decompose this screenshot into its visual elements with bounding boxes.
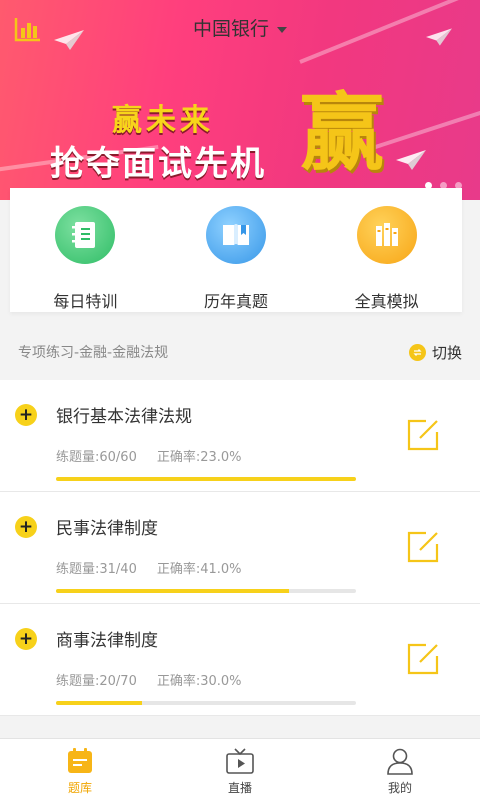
item-count: 练题量:20/70 — [56, 674, 137, 689]
category-label: 历年真题 — [204, 292, 269, 311]
category-past-exams[interactable]: 历年真题 — [161, 188, 312, 312]
chevron-down-icon — [277, 26, 287, 33]
list-item[interactable]: + 银行基本法律法规 练题量:60/60 正确率:23.0% — [0, 380, 480, 492]
nav-live[interactable]: 直播 — [160, 739, 320, 800]
nav-label: 直播 — [227, 781, 252, 795]
banner-slogan-main: 抢夺面试先机 — [50, 144, 266, 184]
item-meta: 练题量:60/60 正确率:23.0% — [56, 446, 262, 465]
item-name: 商事法律制度 — [56, 631, 158, 651]
item-accuracy: 正确率:23.0% — [156, 450, 242, 465]
banner-slogan-top: 赢未来 — [112, 103, 214, 138]
paper-plane-icon — [396, 150, 426, 170]
question-bank-icon — [68, 748, 92, 773]
list-item[interactable]: + 民事法律制度 练题量:31/40 正确率:41.0% — [0, 492, 480, 604]
banner-big-char: 赢 — [299, 84, 384, 182]
nav-label: 题库 — [67, 781, 92, 795]
nav-label: 我的 — [387, 781, 412, 795]
plus-icon[interactable]: + — [15, 628, 37, 650]
item-meta: 练题量:20/70 正确率:30.0% — [56, 670, 262, 689]
item-name: 民事法律制度 — [56, 519, 158, 539]
category-mock-exam[interactable]: 全真模拟 — [311, 188, 462, 312]
edit-icon[interactable] — [406, 418, 440, 452]
list-item[interactable]: + 商事法律制度 练题量:20/70 正确率:30.0% — [0, 604, 480, 716]
tv-icon — [226, 748, 254, 774]
plus-icon[interactable]: + — [15, 404, 37, 426]
category-label: 全真模拟 — [354, 292, 419, 311]
category-label: 每日特训 — [53, 292, 118, 311]
edit-icon[interactable] — [406, 642, 440, 676]
section-path: 专项练习-金融-金融法规 — [18, 345, 169, 361]
book-icon — [206, 206, 266, 264]
item-name: 银行基本法律法规 — [56, 407, 192, 427]
progress-bar — [56, 589, 356, 593]
practice-list: + 银行基本法律法规 练题量:60/60 正确率:23.0% + 民事法律制度 练… — [0, 380, 480, 716]
nav-question-bank[interactable]: 题库 — [0, 739, 160, 800]
plus-icon[interactable]: + — [15, 516, 37, 538]
item-count: 练题量:60/60 — [56, 450, 137, 465]
notebook-icon — [55, 206, 116, 264]
progress-bar — [56, 477, 356, 481]
banner[interactable]: 中国银行 赢未来 抢夺面试先机 赢 — [0, 0, 480, 200]
edit-icon[interactable] — [406, 530, 440, 564]
category-daily-training[interactable]: 每日特训 — [10, 188, 161, 312]
bank-title: 中国银行 — [192, 18, 269, 40]
switch-label: 切换 — [431, 343, 462, 362]
progress-fill — [56, 701, 142, 705]
books-icon — [356, 206, 417, 264]
category-card: 每日特训 历年真题 全真模拟 — [10, 188, 462, 312]
section-header: 专项练习-金融-金融法规 切换 — [0, 330, 480, 374]
item-accuracy: 正确率:30.0% — [156, 674, 242, 689]
item-count: 练题量:31/40 — [56, 562, 137, 577]
item-accuracy: 正确率:41.0% — [156, 562, 242, 577]
progress-fill — [56, 589, 289, 593]
nav-profile[interactable]: 我的 — [320, 739, 480, 800]
progress-fill — [56, 477, 356, 481]
bottom-nav: 题库 直播 我的 — [0, 738, 480, 800]
progress-bar — [56, 701, 356, 705]
user-icon — [387, 748, 413, 775]
bank-selector[interactable]: 中国银行 — [0, 14, 480, 41]
item-meta: 练题量:31/40 正确率:41.0% — [56, 558, 262, 577]
switch-button[interactable]: 切换 — [408, 342, 462, 363]
switch-icon — [408, 343, 426, 361]
